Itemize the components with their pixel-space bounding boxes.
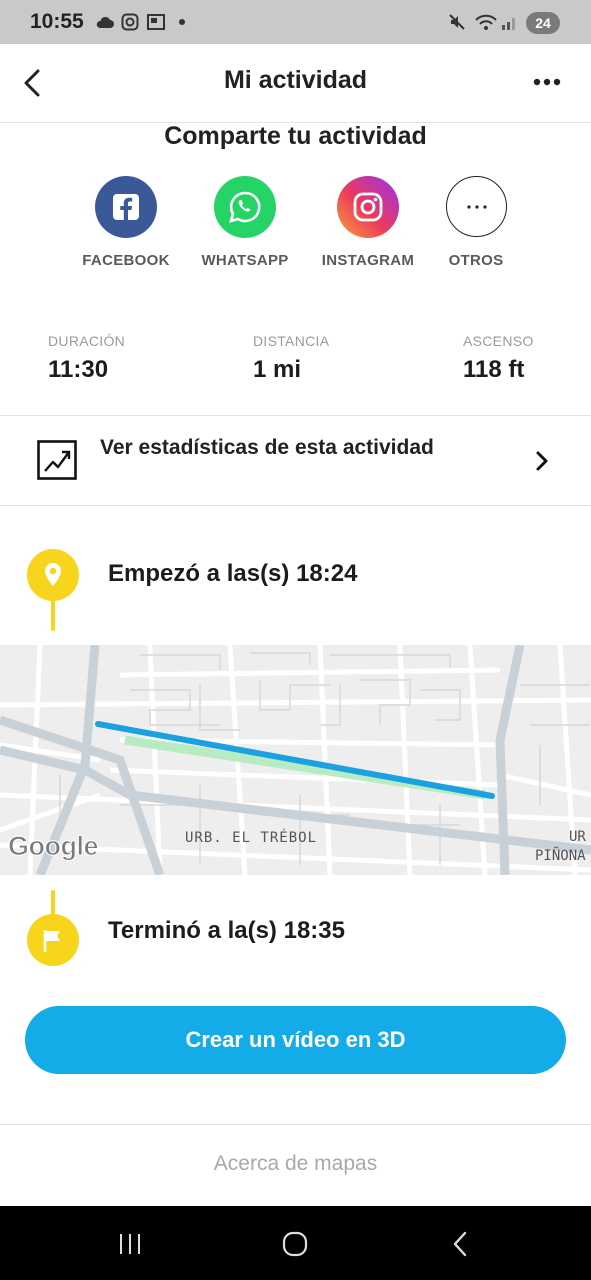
google-logo: Google: [8, 831, 100, 862]
start-time-label: Empezó a las(s) 18:24: [108, 560, 358, 587]
map-label-pinona: PIÑONA: [535, 848, 586, 864]
other-label: OTROS: [448, 252, 504, 269]
instagram-share-button[interactable]: [337, 176, 399, 238]
stats-chart-icon: [37, 440, 77, 480]
app-header: Mi actividad: [0, 44, 591, 123]
route-map[interactable]: URB. EL TRÉBOL UR PIÑONA Google: [0, 645, 591, 875]
ascent-value: 118 ft: [463, 356, 525, 383]
page-title: Mi actividad: [223, 66, 368, 94]
end-time-label: Terminó a la(s) 18:35: [108, 917, 345, 944]
wifi-icon: [475, 14, 497, 30]
facebook-label: FACEBOOK: [82, 252, 170, 269]
whatsapp-share-button[interactable]: [214, 176, 276, 238]
status-time: 10:55: [30, 10, 84, 33]
battery-indicator: 24: [526, 12, 560, 34]
facebook-share-button[interactable]: [95, 176, 157, 238]
facebook-icon: [113, 194, 139, 220]
duration-value: 11:30: [48, 356, 109, 383]
instagram-status-icon: [121, 13, 139, 31]
map-label-ur: UR: [569, 829, 586, 845]
mute-icon: [449, 14, 465, 30]
more-options-icon: [466, 204, 487, 209]
other-share-button[interactable]: [446, 176, 507, 237]
system-navigation-bar: [0, 1206, 591, 1280]
recent-apps-icon[interactable]: [117, 1232, 143, 1256]
whatsapp-label: WHATSAPP: [201, 252, 289, 269]
start-location-icon: [27, 549, 79, 631]
create-3d-video-button[interactable]: Crear un vídeo en 3D: [25, 1006, 566, 1074]
view-statistics-row[interactable]: Ver estadísticas de esta actividad: [0, 416, 591, 505]
share-title: Comparte tu actividad: [164, 122, 427, 150]
duration-label: DURACIÓN: [48, 333, 126, 349]
divider: [0, 1124, 591, 1125]
back-nav-icon[interactable]: [450, 1230, 470, 1258]
ascent-label: ASCENSO: [463, 333, 534, 349]
notification-dot: [179, 19, 185, 25]
about-maps-link[interactable]: Acerca de mapas: [0, 1152, 591, 1176]
chevron-right-icon: [536, 451, 548, 471]
cloud-icon: [96, 16, 114, 28]
divider: [0, 505, 591, 506]
home-icon[interactable]: [281, 1230, 309, 1258]
status-bar: 10:55 24: [0, 0, 591, 44]
finish-flag-icon: [27, 890, 79, 966]
distance-label: DISTANCIA: [253, 333, 330, 349]
signal-icon: [502, 18, 515, 30]
distance-value: 1 mi: [253, 356, 302, 383]
more-options-icon[interactable]: [530, 70, 564, 94]
whatsapp-icon: [229, 191, 261, 223]
instagram-icon: [353, 192, 383, 222]
view-statistics-label: Ver estadísticas de esta actividad: [100, 436, 434, 459]
news-icon: [147, 14, 165, 30]
map-label-urb-el-trebol: URB. EL TRÉBOL: [185, 830, 318, 846]
